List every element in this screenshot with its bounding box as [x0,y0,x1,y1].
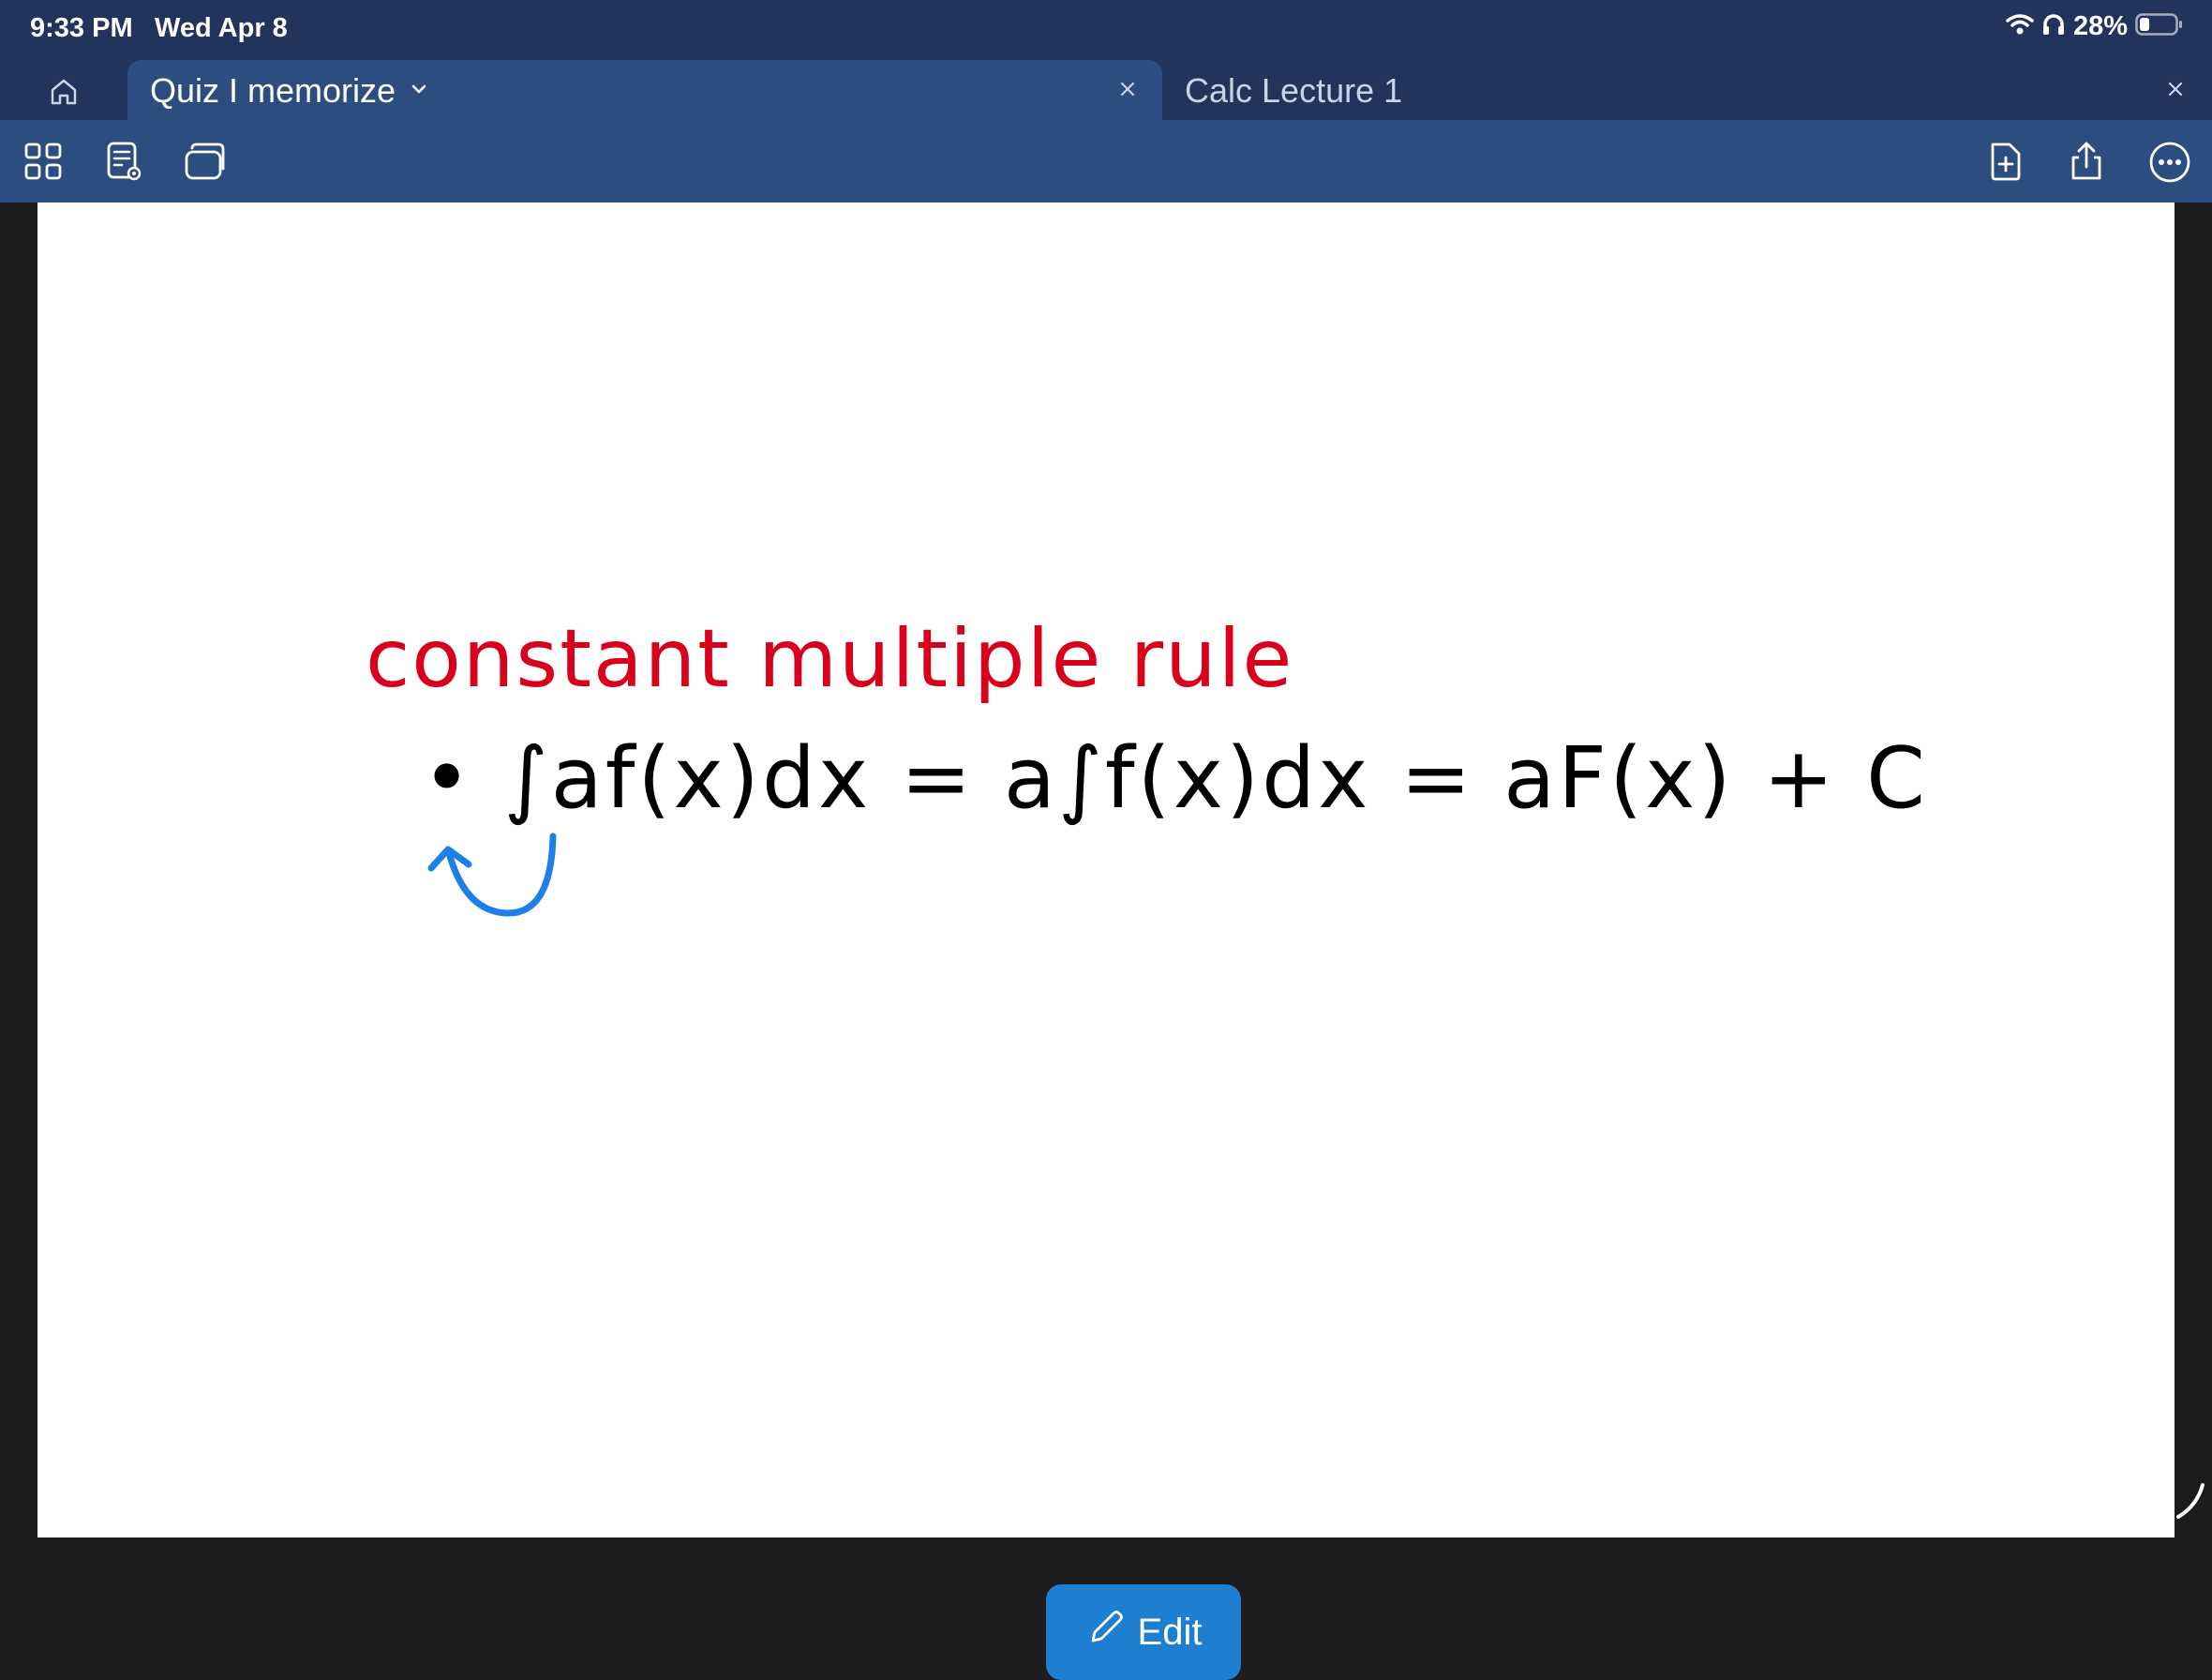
more-icon[interactable] [2148,141,2190,183]
toolbar [0,120,2212,202]
reader-view-icon[interactable] [103,141,144,182]
status-time: 9:33 PM [30,13,133,43]
status-bar: 9:33 PM Wed Apr 8 28% [0,0,2212,60]
resize-corner-icon [2176,1481,2208,1527]
edit-button[interactable]: Edit [1046,1584,1241,1680]
tab-title: Calc Lecture 1 [1185,71,1403,110]
note-page[interactable]: constant multiple rule • ∫af(x)dx = a∫f(… [37,202,2175,1680]
close-icon[interactable] [1117,79,1138,104]
edit-button-label: Edit [1137,1611,1203,1653]
wifi-icon [2006,13,2034,40]
status-date: Wed Apr 8 [155,13,288,43]
grid-view-icon[interactable] [22,141,64,182]
arrow-annotation [427,832,557,917]
windows-icon[interactable] [184,141,225,182]
share-icon[interactable] [2066,141,2107,182]
chevron-down-icon[interactable] [409,79,429,104]
tab-bar: Quiz I memorize Calc Lecture 1 [0,60,2212,120]
add-page-icon[interactable] [1985,141,2026,182]
close-icon[interactable] [2165,79,2186,104]
tab-quiz-memorize[interactable]: Quiz I memorize [127,60,1162,120]
status-indicators: 28% [2006,11,2184,42]
battery-percent: 28% [2072,11,2128,41]
headphones-icon [2041,12,2066,41]
handwritten-note: constant multiple rule • ∫af(x)dx = a∫f(… [366,612,1928,917]
note-formula: • ∫af(x)dx = a∫f(x)dx = aF(x) + C [422,729,1928,828]
pencil-icon [1085,1607,1127,1658]
tab-calc-lecture[interactable]: Calc Lecture 1 [1162,60,2212,120]
note-heading: constant multiple rule [366,612,1293,706]
tab-title: Quiz I memorize [150,71,396,110]
home-icon[interactable] [45,73,82,111]
battery-icon [2135,11,2184,42]
